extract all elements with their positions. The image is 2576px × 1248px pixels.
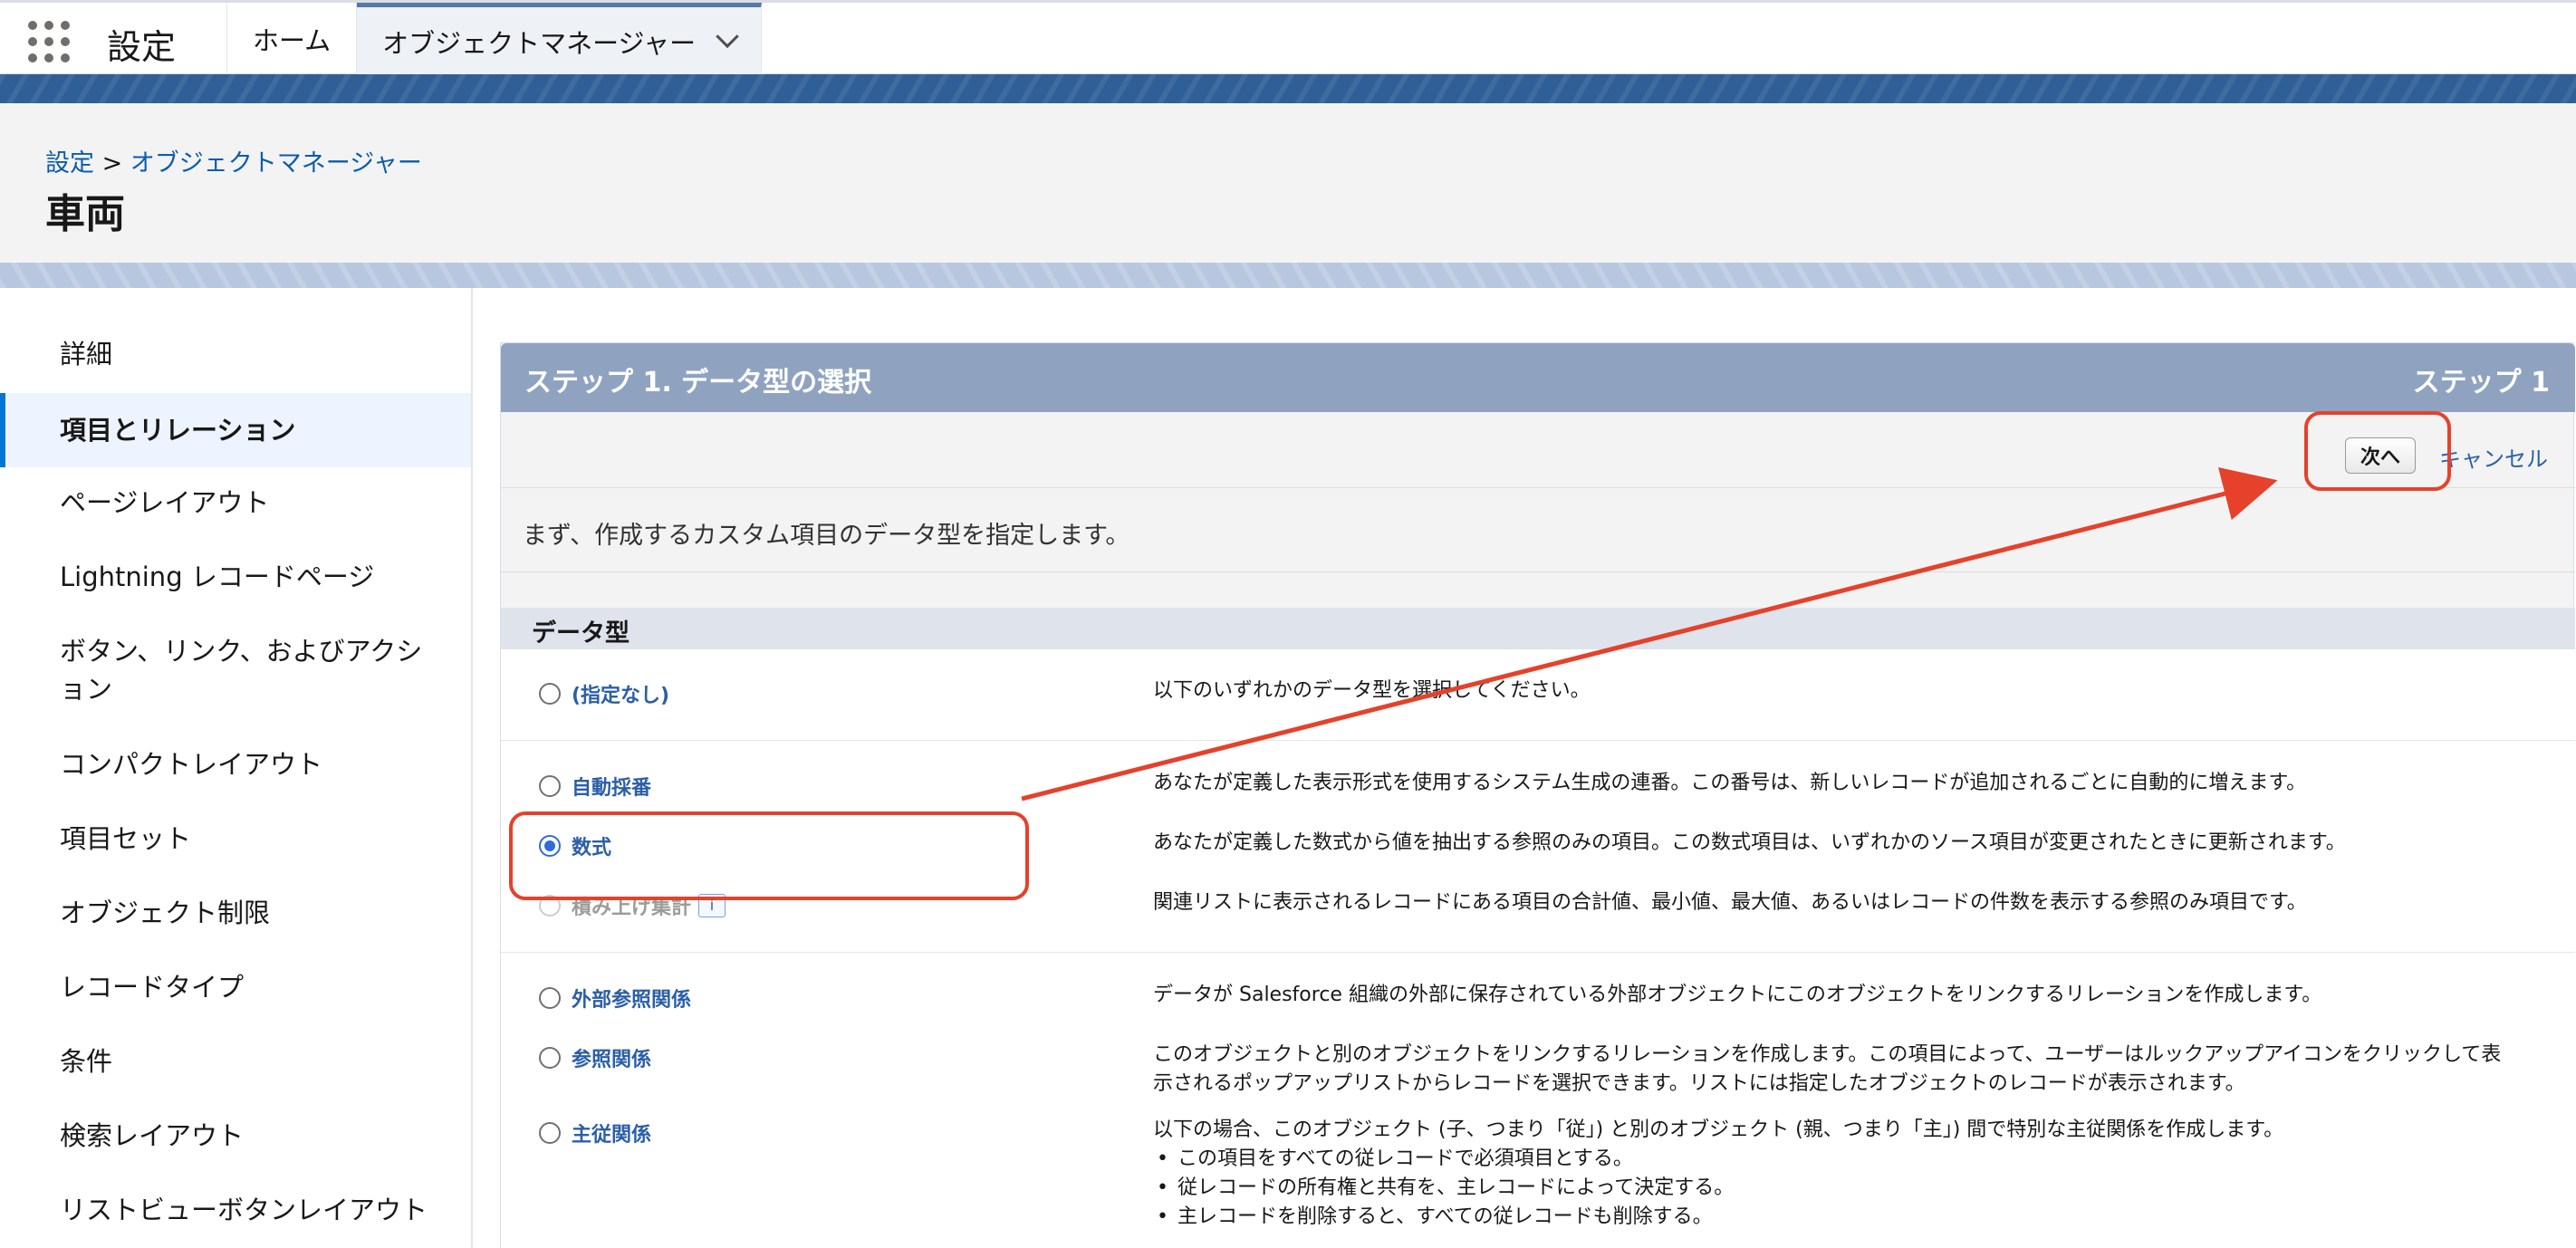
bullet-item: 主レコードを削除すると、すべての従レコードも削除する。 — [1153, 1203, 2548, 1232]
datatype-option-external-lookup[interactable]: 外部参照関係 — [539, 983, 691, 1013]
sidebar-item-search-layouts[interactable]: 検索レイアウト — [0, 1117, 471, 1155]
divider — [501, 740, 2575, 741]
datatype-option-none[interactable]: (指定なし) — [539, 678, 669, 709]
radio-auto-number[interactable] — [539, 775, 561, 797]
breadcrumb-object-manager-link[interactable]: オブジェクトマネージャー — [130, 149, 422, 178]
breadcrumb: 設定 > オブジェクトマネージャー — [45, 143, 422, 178]
divider — [501, 952, 2575, 953]
step-indicator: ステップ 1 — [2412, 367, 2550, 398]
breadcrumb-separator: > — [101, 149, 123, 178]
option-description-line: 以下の場合、このオブジェクト (子、つまり「従」) と別のオブジェクト (親、つ… — [1153, 1118, 2284, 1141]
intro-text: まず、作成するカスタム項目のデータ型を指定します。 — [523, 522, 1130, 550]
radio-lookup[interactable] — [539, 1047, 561, 1069]
page-title: 車両 — [45, 191, 125, 237]
header-decoration-lower — [0, 263, 2576, 288]
master-detail-bullets: この項目をすべての従レコードで必須項目とする。 従レコードの所有権と共有を、主レ… — [1153, 1145, 2548, 1232]
datatype-option-lookup[interactable]: 参照関係 — [539, 1042, 651, 1073]
sidebar-item-conditions[interactable]: 条件 — [0, 1042, 471, 1080]
header-decoration — [0, 74, 2576, 103]
formula-option-highlight — [509, 811, 1029, 900]
step-title: ステップ 1. データ型の選択 — [524, 367, 872, 398]
divider — [501, 571, 2575, 572]
sidebar-item-label-wrap: ョン — [60, 674, 113, 705]
sidebar-item-page-layouts[interactable]: ページレイアウト — [0, 484, 471, 522]
radio-none[interactable] — [539, 683, 561, 705]
sidebar-item-label: ボタン、リンク、およびアクシ — [60, 636, 423, 667]
chevron-down-icon[interactable] — [716, 24, 739, 48]
datatype-heading: データ型 — [532, 619, 630, 648]
sidebar-item-buttons-links-actions[interactable]: ボタン、リンク、およびアクシ ョン — [0, 632, 471, 708]
datatype-option-auto-number[interactable]: 自動採番 — [539, 771, 651, 802]
bullet-item: 従レコードの所有権と共有を、主レコードによって決定する。 — [1153, 1174, 2548, 1203]
sidebar-item-fields-relationships[interactable]: 項目とリレーション — [0, 393, 471, 467]
global-header: 設定 ホーム オブジェクトマネージャー — [0, 0, 2576, 75]
tab-object-manager-label: オブジェクトマネージャー — [382, 27, 697, 59]
sidebar-item-label: 項目とリレーション — [60, 415, 296, 446]
option-description: あなたが定義した数式から値を抽出する参照のみの項目。この数式項目は、いずれかのソ… — [1153, 831, 2346, 854]
sidebar-item-object-limits[interactable]: オブジェクト制限 — [0, 894, 471, 932]
new-field-wizard: ステップ 1. データ型の選択 ステップ 1 次へ キャンセル まず、作成するカ… — [500, 342, 2575, 1248]
breadcrumb-setup-link[interactable]: 設定 — [45, 149, 94, 178]
option-description: データが Salesforce 組織の外部に保存されている外部オブジェクトにこの… — [1153, 984, 2322, 1006]
tab-home[interactable]: ホーム — [227, 3, 358, 75]
sidebar-item-record-types[interactable]: レコードタイプ — [0, 968, 471, 1006]
sidebar-item-field-sets[interactable]: 項目セット — [0, 820, 471, 858]
sidebar-item-list-view-button-layout[interactable]: リストビューボタンレイアウト — [0, 1191, 471, 1229]
cancel-link[interactable]: キャンセル — [2439, 441, 2548, 473]
nav-tabs: ホーム オブジェクトマネージャー — [226, 3, 763, 75]
tab-object-manager[interactable]: オブジェクトマネージャー — [357, 3, 763, 75]
option-label: 外部参照関係 — [572, 989, 692, 1012]
datatype-option-master-detail[interactable]: 主従関係 — [539, 1118, 651, 1148]
tab-home-label: ホーム — [253, 25, 332, 56]
radio-external-lookup[interactable] — [539, 987, 561, 1009]
sidebar: 詳細 項目とリレーション ページレイアウト Lightning レコードページ … — [0, 288, 473, 1248]
option-description-line: 示されるポップアップリストからレコードを選択できます。リストには指定したオブジェ… — [1153, 1072, 2245, 1095]
sidebar-item-lightning-record-pages[interactable]: Lightning レコードページ — [0, 558, 471, 596]
bullet-item: この項目をすべての従レコードで必須項目とする。 — [1153, 1145, 2548, 1174]
app-name: 設定 — [107, 27, 177, 67]
option-description: あなたが定義した表示形式を使用するシステム生成の連番。この番号は、新しいレコード… — [1153, 772, 2307, 794]
option-description: 以下のいずれかのデータ型を選択してください。 — [1153, 679, 1591, 702]
option-label: 参照関係 — [572, 1049, 652, 1071]
app-launcher-icon[interactable] — [28, 21, 73, 62]
page-header: 設定 > オブジェクトマネージャー 車両 — [0, 103, 2576, 263]
option-label: 主従関係 — [572, 1124, 652, 1147]
option-label: 自動採番 — [572, 777, 652, 800]
radio-master-detail[interactable] — [539, 1122, 561, 1144]
button-row: 次へ キャンセル — [501, 412, 2575, 488]
datatype-options: (指定なし) 以下のいずれかのデータ型を選択してください。 自動採番 あなたが定… — [501, 649, 2575, 1248]
option-description-line: このオブジェクトと別のオブジェクトをリンクするリレーションを作成します。この項目… — [1153, 1043, 2502, 1066]
step-header: ステップ 1. データ型の選択 ステップ 1 — [501, 343, 2575, 412]
next-button-highlight — [2304, 411, 2451, 491]
sidebar-item-compact-layouts[interactable]: コンパクトレイアウト — [0, 745, 471, 783]
option-description: 以下の場合、このオブジェクト (子、つまり「従」) と別のオブジェクト (親、つ… — [1153, 1116, 2548, 1232]
option-description: 関連リストに表示されるレコードにある項目の合計値、最小値、最大値、あるいはレコー… — [1153, 891, 2307, 914]
sidebar-item-details[interactable]: 詳細 — [0, 335, 471, 373]
option-label: (指定なし) — [572, 685, 670, 707]
datatype-section-header: データ型 — [501, 608, 2575, 649]
option-description: このオブジェクトと別のオブジェクトをリンクするリレーションを作成します。この項目… — [1153, 1041, 2548, 1099]
